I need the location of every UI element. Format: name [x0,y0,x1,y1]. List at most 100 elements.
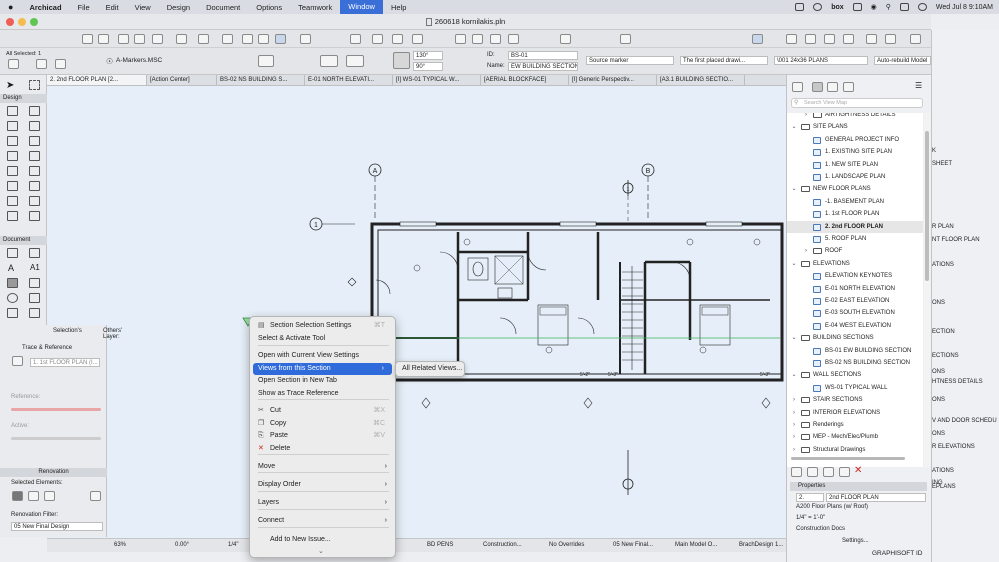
menu-help[interactable]: Help [383,3,414,12]
stack-icon[interactable] [508,34,519,44]
slab-tool-icon[interactable] [29,136,40,146]
active-slider[interactable] [11,437,101,440]
chevron-right-icon[interactable]: › [791,407,797,419]
pen-icon[interactable] [560,34,571,44]
curtain-wall-tool-icon[interactable] [29,181,40,191]
trace-icon[interactable] [412,34,423,44]
nav-item[interactable]: ⌄ BUILDING SECTIONS [787,332,923,344]
chevron-down-icon[interactable]: ⌄ [791,183,797,195]
view-map-icon[interactable] [812,82,823,92]
nav-item[interactable]: › MEP - Mech/Elec/Plumb [787,431,923,443]
new-icon[interactable] [44,491,55,501]
wifi-icon[interactable]: ◉ [871,3,877,11]
all-related-views-item[interactable]: All Related Views... [402,365,462,372]
navigator-icon[interactable] [620,34,631,44]
nav-item[interactable]: › ROOF [787,245,923,257]
minimize-window-button[interactable] [18,18,26,26]
circle-tool-icon[interactable] [7,293,18,303]
nav-item[interactable]: 1. LANDSCAPE PLAN [787,171,923,183]
navigator-scrollbar[interactable] [924,113,930,467]
pointer-icon[interactable] [300,34,311,44]
graphisoft-id[interactable]: GRAPHISOFT ID [872,550,922,557]
menu-design[interactable]: Design [159,3,198,12]
zoom-level[interactable]: 63% [114,542,126,548]
section-tool-icon[interactable] [8,59,19,69]
camera-view-icon[interactable] [455,34,466,44]
book-2-icon[interactable] [843,34,854,44]
teamwork-icon[interactable] [866,34,877,44]
pen-set[interactable]: BD PENS [427,542,453,548]
nav-item[interactable]: › STAIR SECTIONS [787,394,923,406]
rectangle-icon[interactable] [258,34,269,44]
reference-slider[interactable] [11,408,101,411]
nav-item[interactable]: BS-01 EW BUILDING SECTION [787,345,923,357]
property-docs[interactable]: Construction Docs [796,526,845,532]
nav-item[interactable]: BS-02 NS BUILDING SECTION [787,357,923,369]
spline-tool-icon[interactable] [7,308,18,318]
floor-plan-canvas[interactable]: A B 1 1 5'-2" 5'-2" 5'-3" 5'-3" [47,86,786,538]
snap-icon[interactable] [176,34,187,44]
navigator-search[interactable]: ⚲ Search View Map [791,98,923,108]
nav-item[interactable]: ⌄ SITE PLANS [787,121,923,133]
nav-item[interactable]: ELEVATION KEYNOTES [787,270,923,282]
railing-tool-icon[interactable] [29,151,40,161]
tab-ws-01[interactable]: [I] WS-01 TYPICAL W... [393,75,481,85]
properties-settings-button[interactable]: Settings... [842,538,869,544]
auto-rebuild-dropdown[interactable]: Auto-rebuild Model [874,56,931,65]
chevron-right-icon[interactable]: › [791,444,797,456]
context-menu-item[interactable]: Views from this Section › [253,362,392,375]
layer-combo-icon[interactable] [275,34,286,44]
new-view-icon[interactable] [791,467,802,477]
roof-tool-icon[interactable] [7,166,18,176]
tab-generic-perspective[interactable]: [I] Generic Perspectiv... [569,75,657,85]
navigator-menu-icon[interactable]: ☰ [915,81,922,90]
menu-view[interactable]: View [127,3,159,12]
property-number[interactable]: 2. [796,493,824,502]
context-menu-item[interactable]: Layers › [250,497,395,510]
menu-window[interactable]: Window [340,0,383,14]
window-tool-icon[interactable] [7,121,18,131]
nav-item[interactable]: ⌄ WALL SECTIONS [787,369,923,381]
clone-view-icon[interactable] [823,467,834,477]
nav-item[interactable]: E-01 NORTH ELEVATION [787,283,923,295]
trace-toggle-icon[interactable] [12,356,23,366]
marquee-icon[interactable] [242,34,253,44]
layer-name[interactable]: A-Markers.MSC [116,57,162,64]
settings-view-icon[interactable] [839,467,850,477]
tab-action-center[interactable]: [Action Center] [147,75,217,85]
context-menu-item[interactable]: Add to New Issue... [250,534,395,547]
context-menu-item[interactable]: ✕ Delete [250,443,395,456]
guide-icon[interactable] [198,34,209,44]
renovation-settings-icon[interactable] [90,491,101,501]
arrow-tool-icon[interactable]: ➤ [6,80,14,91]
nav-item[interactable]: E-02 EAST ELEVATION [787,295,923,307]
label-tool-icon[interactable]: A1 [30,263,40,272]
renovation-filter-status[interactable]: 05 New Final... [613,542,653,548]
object-tool-icon[interactable] [29,196,40,206]
nav-item[interactable]: › INTERIOR ELEVATIONS [787,407,923,419]
morph-tool-icon[interactable] [7,196,18,206]
marker-head-icon[interactable] [320,55,338,67]
layer-icon[interactable] [490,34,501,44]
menu-teamwork[interactable]: Teamwork [290,3,340,12]
sync-icon[interactable] [852,3,862,11]
door-tool-icon[interactable] [29,106,40,116]
context-menu-item[interactable]: Select & Activate Tool [250,333,395,346]
fill-tool-icon[interactable] [7,278,18,288]
context-menu-item[interactable]: ❐ Copy ⌘C [250,418,395,431]
book-icon[interactable] [786,34,797,44]
grid-snap-icon[interactable] [222,34,233,44]
shell-tool-icon[interactable] [29,166,40,176]
tab-2nd-floor-plan[interactable]: 2. 2nd FLOOR PLAN [2... [47,75,147,85]
render-icon[interactable] [372,34,383,44]
tab-e-01[interactable]: E-01 NORTH ELEVATI... [305,75,393,85]
id-field[interactable]: BS-01 [508,51,578,60]
marker-tail-icon[interactable] [346,55,364,67]
lamp-tool-icon[interactable] [29,211,40,221]
marquee-tool-icon[interactable] [29,80,40,90]
app-menu[interactable]: Archicad [21,3,69,12]
sheet-field[interactable]: \001 24x36 PLANS [774,56,868,65]
context-menu-item[interactable]: Open with Current View Settings [250,350,395,363]
user-icon[interactable] [885,34,896,44]
camera-icon[interactable] [813,3,823,11]
